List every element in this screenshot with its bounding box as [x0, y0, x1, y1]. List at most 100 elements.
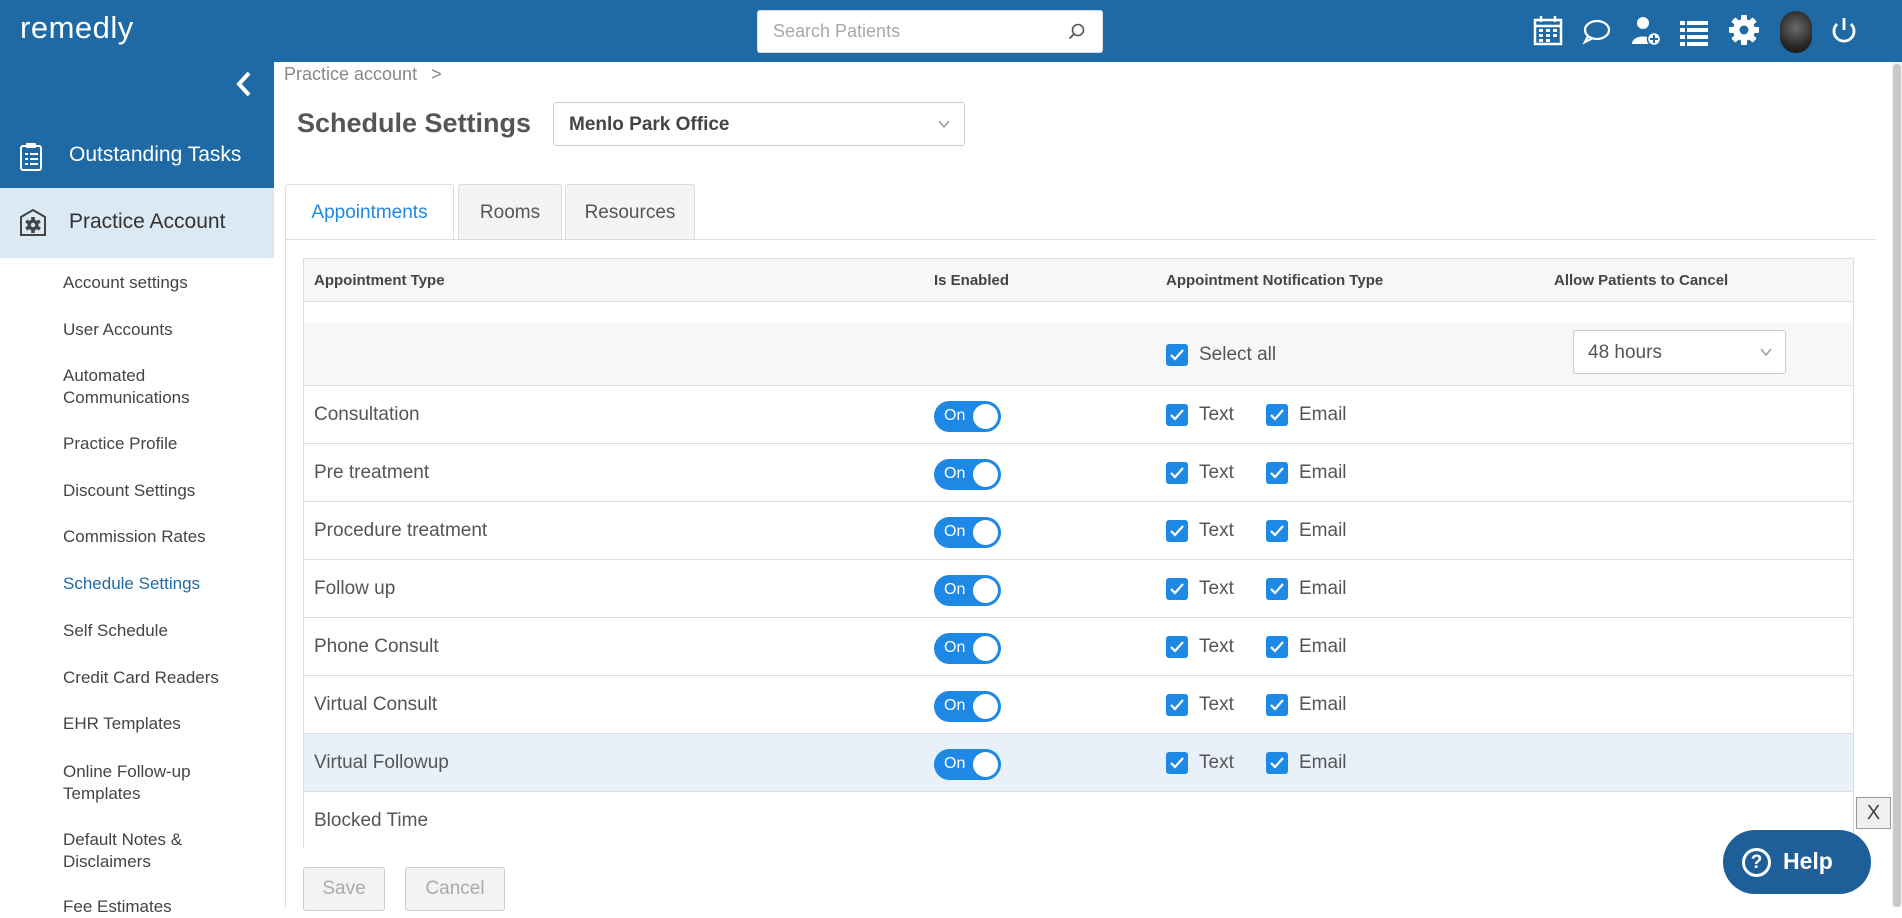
email-notification-checkbox[interactable] — [1266, 404, 1288, 426]
sidebar-item-outstanding-tasks[interactable]: Outstanding Tasks — [0, 126, 274, 188]
text-notification-checkbox[interactable] — [1166, 462, 1188, 484]
email-label: Email — [1299, 752, 1347, 773]
tab-resources[interactable]: Resources — [565, 184, 695, 240]
email-notification-checkbox[interactable] — [1266, 752, 1288, 774]
select-all-label: Select all — [1199, 344, 1277, 365]
email-label: Email — [1299, 636, 1347, 657]
enabled-toggle[interactable]: On — [934, 517, 1001, 548]
check-icon — [1270, 757, 1284, 769]
chevron-left-icon[interactable] — [232, 70, 256, 98]
toggle-label: On — [944, 697, 966, 714]
email-notification-checkbox[interactable] — [1266, 694, 1288, 716]
select-all-checkbox[interactable] — [1166, 344, 1188, 366]
tab-appointments[interactable]: Appointments — [285, 184, 454, 241]
appointment-type-name: Pre treatment — [314, 462, 430, 483]
content-border — [285, 239, 286, 907]
practice-settings-icon — [20, 208, 46, 236]
toggle-knob — [973, 694, 998, 719]
appointment-type-name: Follow up — [314, 578, 396, 599]
clipboard-icon — [20, 143, 42, 171]
check-icon — [1270, 467, 1284, 479]
help-button[interactable]: ? Help — [1723, 830, 1871, 894]
check-icon — [1170, 583, 1184, 595]
page-scrollbar[interactable] — [1892, 62, 1902, 907]
close-help-button[interactable]: X — [1856, 797, 1891, 829]
email-notification-checkbox[interactable] — [1266, 578, 1288, 600]
cancel-window-select[interactable]: 48 hours — [1573, 330, 1786, 374]
sidebar-item-self-schedule[interactable]: Self Schedule — [63, 620, 263, 642]
appointment-type-name: Phone Consult — [314, 636, 439, 657]
enabled-toggle[interactable]: On — [934, 691, 1001, 722]
sidebar-item-online-follow-up-templates[interactable]: Online Follow-up Templates — [63, 761, 223, 805]
table-row: Virtual Followup On Text Email — [304, 734, 1853, 792]
text-notification-checkbox[interactable] — [1166, 752, 1188, 774]
page-title: Schedule Settings — [297, 108, 532, 138]
text-label: Text — [1199, 578, 1234, 599]
table-row: Virtual Consult On Text Email — [304, 676, 1853, 734]
email-label: Email — [1299, 404, 1347, 425]
table-row: Phone Consult On Text Email — [304, 618, 1853, 676]
table-row: Follow up On Text Email — [304, 560, 1853, 618]
list-icon[interactable] — [1676, 12, 1712, 50]
sidebar-item-practice-account[interactable]: Practice Account — [0, 188, 274, 258]
sidebar-header: Outstanding Tasks — [0, 62, 274, 188]
cancel-button[interactable]: Cancel — [405, 867, 505, 911]
settings-icon[interactable] — [1726, 12, 1762, 50]
scrollbar-thumb[interactable] — [1893, 64, 1901, 907]
breadcrumb-separator: > — [431, 64, 442, 84]
tab-divider — [285, 239, 1875, 240]
avatar[interactable] — [1780, 11, 1812, 53]
office-select-value: Menlo Park Office — [569, 114, 730, 135]
check-icon — [1170, 409, 1184, 421]
enabled-toggle[interactable]: On — [934, 749, 1001, 780]
sidebar-item-schedule-settings[interactable]: Schedule Settings — [63, 573, 263, 595]
sidebar-item-automated-communications[interactable]: Automated Communications — [63, 365, 233, 409]
question-icon: ? — [1742, 848, 1771, 877]
top-navigation-bar: remedly — [0, 0, 1902, 62]
enabled-toggle[interactable]: On — [934, 459, 1001, 490]
appointment-type-name: Virtual Followup — [314, 752, 449, 773]
office-select[interactable]: Menlo Park Office — [553, 102, 965, 146]
calendar-icon[interactable] — [1530, 12, 1566, 50]
enabled-toggle[interactable]: On — [934, 401, 1001, 432]
sidebar-item-account-settings[interactable]: Account settings — [63, 272, 263, 294]
column-header-is-enabled: Is Enabled — [934, 272, 1010, 289]
search-icon[interactable] — [1068, 23, 1086, 41]
email-label: Email — [1299, 578, 1347, 599]
breadcrumb-parent-link[interactable]: Practice account — [284, 64, 417, 84]
text-label: Text — [1199, 694, 1234, 715]
text-notification-checkbox[interactable] — [1166, 404, 1188, 426]
sidebar-item-user-accounts[interactable]: User Accounts — [63, 319, 263, 341]
add-user-icon[interactable] — [1627, 12, 1663, 50]
text-notification-checkbox[interactable] — [1166, 520, 1188, 542]
text-notification-checkbox[interactable] — [1166, 694, 1188, 716]
email-notification-checkbox[interactable] — [1266, 462, 1288, 484]
toggle-knob — [973, 520, 998, 545]
text-notification-checkbox[interactable] — [1166, 578, 1188, 600]
save-button[interactable]: Save — [303, 867, 385, 911]
sidebar-item-commission-rates[interactable]: Commission Rates — [63, 526, 263, 548]
check-icon — [1270, 409, 1284, 421]
email-notification-checkbox[interactable] — [1266, 636, 1288, 658]
sidebar-item-discount-settings[interactable]: Discount Settings — [63, 480, 263, 502]
toggle-label: On — [944, 465, 966, 482]
enabled-toggle[interactable]: On — [934, 575, 1001, 606]
sidebar-item-ehr-templates[interactable]: EHR Templates — [63, 713, 263, 735]
sidebar-item-fee-estimates[interactable]: Fee Estimates — [63, 896, 263, 918]
sidebar-item-default-notes-disclaimers[interactable]: Default Notes & Disclaimers — [63, 829, 223, 873]
sidebar-item-credit-card-readers[interactable]: Credit Card Readers — [63, 667, 263, 689]
check-icon — [1270, 583, 1284, 595]
enabled-toggle[interactable]: On — [934, 633, 1001, 664]
sidebar-item-practice-profile[interactable]: Practice Profile — [63, 433, 263, 455]
chat-icon[interactable] — [1579, 12, 1615, 50]
appointment-types-table: Appointment Type Is Enabled Appointment … — [303, 258, 1854, 850]
email-notification-checkbox[interactable] — [1266, 520, 1288, 542]
logo-text: remedly — [20, 10, 134, 45]
power-icon[interactable] — [1826, 12, 1862, 50]
text-notification-checkbox[interactable] — [1166, 636, 1188, 658]
chevron-down-icon — [938, 120, 950, 129]
tab-rooms[interactable]: Rooms — [458, 184, 562, 240]
search-input[interactable] — [758, 11, 1048, 52]
remedly-logo[interactable]: remedly — [20, 10, 134, 46]
check-icon — [1270, 525, 1284, 537]
